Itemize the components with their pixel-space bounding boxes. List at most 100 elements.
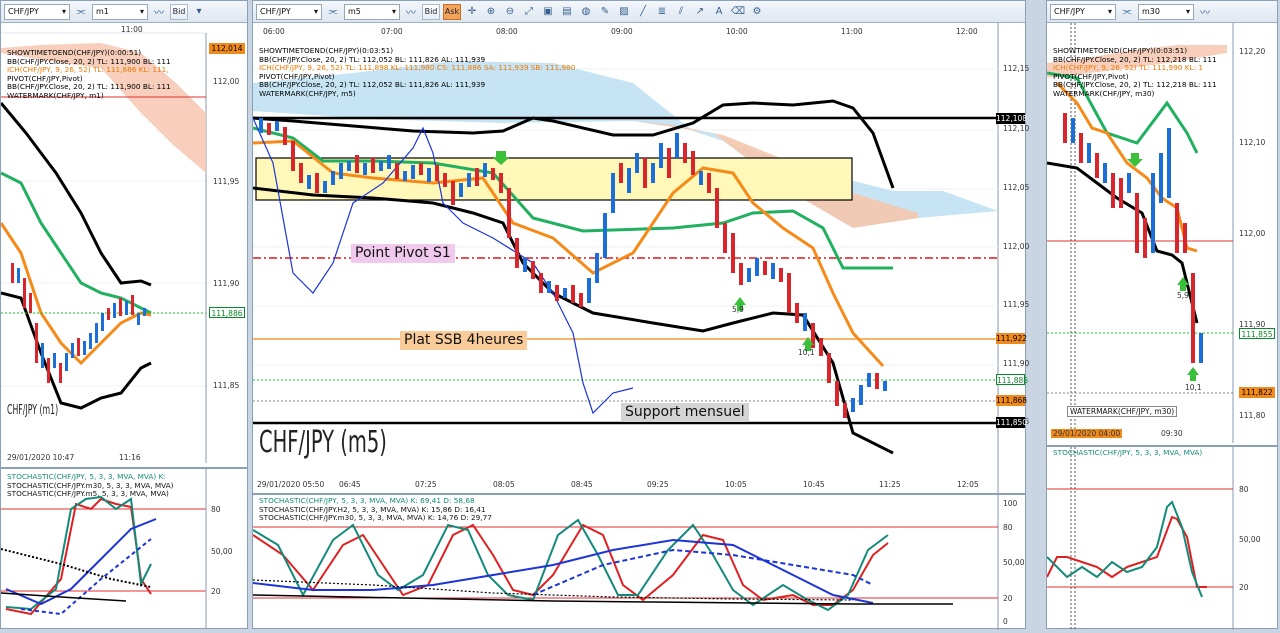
left-y-tick: 111,90 — [213, 279, 240, 288]
middle-y-tick: 111,95 — [1003, 300, 1030, 309]
layout-icon[interactable]: ▤ — [559, 4, 575, 20]
zoom-out-icon[interactable]: ⊖ — [502, 4, 518, 20]
fit-icon[interactable]: ⤢ — [521, 4, 537, 20]
middle-stoch-y: 50,00 — [1003, 558, 1025, 567]
bid-button[interactable]: Bid — [170, 3, 188, 20]
watermark-tooltip: WATERMARK(CHF/JPY, m30) — [1067, 406, 1178, 417]
middle-y-tick: 112,05 — [1003, 183, 1030, 192]
time-tick: 10:00 — [726, 27, 748, 36]
time-tick: 10:05 — [725, 480, 747, 489]
middle-stoch-legend: STOCHASTIC(CHF/JPY, 5, 3, 3, MVA, MVA) K… — [259, 496, 492, 523]
eraser-icon[interactable]: ⌫ — [730, 4, 746, 20]
chart-type-icon[interactable]: ⫘ — [73, 4, 89, 20]
save-icon[interactable]: ▣ — [540, 4, 556, 20]
middle-y-tick: 112,00 — [1003, 242, 1030, 251]
right-y-tick: 112,20 — [1239, 47, 1266, 56]
middle-stoch-y: 0 — [1003, 617, 1008, 626]
left-legend: SHOWTIMETOEND(CHF/JPY)(0:00:51) BB(CHF/J… — [7, 48, 171, 100]
middle-y-tick: 112,15 — [1003, 64, 1030, 73]
indicator-icon[interactable]: 〰 — [1197, 4, 1213, 20]
right-stoch-y: 80 — [1239, 485, 1249, 494]
chevron-down-icon: ▾ — [391, 7, 396, 16]
middle-y-tick: 111,90 — [1003, 359, 1030, 368]
legend-line: WATERMARK(CHF/JPY, m30) — [1053, 88, 1155, 98]
chevron-down-icon: ▾ — [139, 7, 144, 16]
left-time-top: 11:00 — [121, 25, 143, 34]
middle-period-select[interactable]: m5 ▾ — [344, 3, 400, 20]
left-current-price-tag: 111,886 — [209, 307, 245, 318]
channel-icon[interactable]: ⫽ — [673, 4, 689, 20]
left-stoch-y: 20 — [211, 587, 221, 596]
middle-time-top: 06:00 07:00 08:00 09:00 10:00 11:00 12:0… — [253, 27, 998, 37]
arrow-icon[interactable]: ↗ — [692, 4, 708, 20]
right-period-select[interactable]: m30 ▾ — [1138, 3, 1194, 20]
more-icon[interactable]: ▾ — [191, 4, 207, 20]
image-icon[interactable]: ▨ — [616, 4, 632, 20]
time-tick: 12:00 — [956, 27, 978, 36]
time-tick: 08:45 — [571, 480, 593, 489]
left-symbol-select[interactable]: CHF/JPY ▾ — [4, 3, 70, 20]
crosshair-icon[interactable]: ✛ — [464, 4, 480, 20]
chart-type-icon[interactable]: ⫘ — [1119, 4, 1135, 20]
stoch-legend-line: STOCHASTIC(CHF/JPY.m30, 5, 3, 3, MVA, MV… — [259, 513, 492, 522]
period-label: m5 — [348, 7, 361, 16]
right-orange-price-tag: 111,822 — [1239, 387, 1275, 398]
line-tool-icon[interactable]: ╱ — [635, 4, 651, 20]
period-label: m30 — [1142, 7, 1160, 16]
time-tick: 11:00 — [841, 27, 863, 36]
pivot-s1-label: Point Pivot S1 — [351, 244, 455, 263]
chevron-down-icon: ▾ — [313, 7, 318, 16]
left-period-select[interactable]: m1 ▾ — [92, 3, 148, 20]
time-tick: 06:45 — [339, 480, 361, 489]
pencil-icon[interactable]: ✎ — [597, 4, 613, 20]
left-y-tick: 112,00 — [213, 77, 240, 86]
right-chart-pane: CHF/JPY ▾ ⫘ m30 ▾ 〰 SHOWTIMETOEND(CHF/JP… — [1046, 0, 1278, 630]
middle-symbol-select[interactable]: CHF/JPY ▾ — [256, 3, 322, 20]
zoom-in-icon[interactable]: ⊕ — [483, 4, 499, 20]
middle-stoch-y: 100 — [1003, 499, 1018, 508]
chevron-down-icon: ▾ — [1185, 7, 1190, 16]
ssb-label: Plat SSB 4heures — [400, 331, 528, 350]
indicator-icon[interactable]: 〰 — [151, 4, 167, 20]
left-y-tick: 111,85 — [213, 381, 240, 390]
right-stochastic-panel[interactable]: STOCHASTIC(CHF/JPY, 5, 3, 3, MVA, MVA) 8… — [1046, 445, 1277, 630]
left-stoch-legend: STOCHASTIC(CHF/JPY, 5, 3, 3, MVA, MVA) K… — [7, 472, 174, 499]
settings-icon[interactable]: ⚙ — [749, 4, 765, 20]
middle-chart-pane: CHF/JPY ▾ ⫘ m5 ▾ 〰 Bid Ask ✛ ⊕ ⊖ ⤢ ▣ ▤ ◍ ✎… — [252, 0, 1029, 630]
right-price-chart[interactable]: SHOWTIMETOEND(CHF/JPY)(0:03:51) BB(CHF/J… — [1046, 23, 1277, 443]
chevron-down-icon: ▾ — [61, 7, 66, 16]
left-stochastic-panel[interactable]: STOCHASTIC(CHF/JPY, 5, 3, 3, MVA, MVA) K… — [0, 467, 247, 629]
ask-button[interactable]: Ask — [443, 3, 461, 20]
globe-icon[interactable]: ◍ — [578, 4, 594, 20]
symbol-label: CHF/JPY — [260, 7, 291, 16]
bid-button[interactable]: Bid — [422, 3, 440, 20]
period-label: m1 — [96, 7, 109, 16]
middle-price-chart[interactable]: SHOWTIMETOEND(CHF/JPY)(0:03:51) BB(CHF/J… — [252, 23, 1029, 493]
support-label: Support mensuel — [621, 403, 749, 422]
symbol-label: CHF/JPY — [8, 7, 39, 16]
middle-stochastic-panel[interactable]: STOCHASTIC(CHF/JPY, 5, 3, 3, MVA, MVA) K… — [252, 493, 1025, 630]
fib-icon[interactable]: ≣ — [654, 4, 670, 20]
left-time-bottom: 11:16 — [119, 453, 141, 462]
left-price-chart[interactable]: SHOWTIMETOEND(CHF/JPY)(0:00:51) BB(CHF/J… — [0, 23, 247, 463]
middle-time-bottom: 29/01/2020 05:50 06:45 07:25 08:05 08:45… — [253, 480, 998, 490]
right-y-tick: 111,80 — [1239, 411, 1266, 420]
right-y-tick: 112,00 — [1239, 229, 1266, 238]
left-stoch-y: 50,00 — [211, 547, 233, 556]
arrow-label: 5,9 — [732, 305, 744, 314]
indicator-icon[interactable]: 〰 — [403, 4, 419, 20]
chart-type-icon[interactable]: ⫘ — [325, 4, 341, 20]
time-tick: 11:25 — [879, 480, 901, 489]
middle-stoch-y: 80 — [1003, 523, 1013, 532]
right-legend: SHOWTIMETOEND(CHF/JPY)(0:03:51) BB(CHF/J… — [1053, 46, 1217, 98]
left-top-price-tag: 112,014 — [209, 43, 245, 54]
right-symbol-select[interactable]: CHF/JPY ▾ — [1050, 3, 1116, 20]
right-stoch-y: 50,00 — [1239, 535, 1261, 544]
right-green-price-tag: 111,855 — [1239, 328, 1275, 339]
text-tool-icon[interactable]: A — [711, 4, 727, 20]
right-stoch-legend: STOCHASTIC(CHF/JPY, 5, 3, 3, MVA, MVA) — [1053, 448, 1202, 458]
time-tick: 29/01/2020 05:50 — [257, 480, 325, 489]
left-time-bottom: 29/01/2020 10:47 — [7, 453, 75, 462]
resistance-price-tag: 112,108 — [996, 113, 1028, 124]
chevron-down-icon: ▾ — [1107, 7, 1112, 16]
